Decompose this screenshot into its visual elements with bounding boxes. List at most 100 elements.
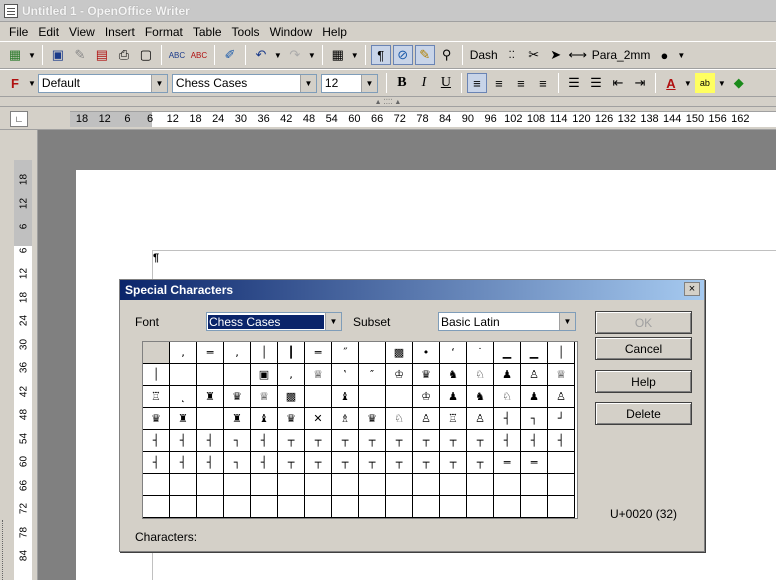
character-cell[interactable] (494, 496, 521, 518)
zoom-icon[interactable]: ⚲ (437, 45, 457, 65)
character-cell[interactable]: • (413, 342, 440, 364)
character-cell[interactable] (548, 474, 575, 496)
character-cell[interactable]: ═ (197, 342, 224, 364)
character-cell[interactable]: ♛ (413, 364, 440, 386)
character-cell[interactable] (548, 452, 575, 474)
menu-window[interactable]: Window (265, 25, 318, 39)
character-cell[interactable]: ♙ (413, 408, 440, 430)
delete-button[interactable]: Delete (595, 402, 692, 425)
character-cell[interactable]: ♖ (143, 386, 170, 408)
menu-format[interactable]: Format (140, 25, 188, 39)
menu-insert[interactable]: Insert (100, 25, 140, 39)
edit-file-icon[interactable]: ✎ (70, 45, 90, 65)
menu-view[interactable]: View (64, 25, 100, 39)
character-cell[interactable]: ˝ (332, 342, 359, 364)
align-right-icon[interactable]: ≡ (511, 73, 531, 93)
font-size-combo[interactable]: 12 ▼ (320, 73, 378, 93)
menu-tools[interactable]: Tools (227, 25, 265, 39)
character-cell[interactable]: ‚ (170, 342, 197, 364)
character-cell[interactable]: ┤ (143, 430, 170, 452)
character-cell[interactable]: ♟ (494, 364, 521, 386)
character-cell[interactable] (359, 386, 386, 408)
chevron-down-icon[interactable]: ▼ (351, 51, 359, 60)
character-cell[interactable]: ┤ (251, 452, 278, 474)
chevron-down-icon[interactable]: ▼ (559, 313, 575, 330)
character-cell[interactable]: ▩ (386, 342, 413, 364)
character-cell[interactable]: ┤ (197, 452, 224, 474)
character-cell[interactable]: ┬ (278, 452, 305, 474)
highlighting-icon[interactable]: ab (694, 73, 715, 93)
spellcheck-icon[interactable]: ABC (167, 45, 187, 65)
character-cell[interactable]: ♕ (251, 386, 278, 408)
character-cell[interactable] (305, 496, 332, 518)
character-cell[interactable]: ┬ (278, 430, 305, 452)
chevron-down-icon[interactable]: ▼ (299, 74, 316, 92)
character-cell[interactable] (440, 496, 467, 518)
character-cell[interactable]: ┬ (440, 430, 467, 452)
character-cell[interactable]: │ (548, 342, 575, 364)
character-grid[interactable]: ‚ ═ ‚ │ ┃ ═ ˝ ▩ • ‘˙ ▁ ▁ │ │ ▣ ‚ ♕ ‛ ″ ♔ ♛ ♞ ♘ ♟ ♙ ♕ ♖ ˛ ♜ ♛ ♕ ▩ ♝ ♔ ♟ ♞ ♘ ♟ ♙… (143, 342, 577, 518)
character-cell[interactable]: ♔ (413, 386, 440, 408)
character-cell[interactable] (251, 474, 278, 496)
character-cell[interactable]: ┤ (197, 430, 224, 452)
chevron-down-icon[interactable]: ▼ (684, 79, 692, 88)
character-cell[interactable] (224, 474, 251, 496)
character-cell[interactable]: ┤ (521, 430, 548, 452)
character-cell[interactable] (278, 496, 305, 518)
autospellcheck-icon[interactable]: ABC (189, 45, 209, 65)
character-cell[interactable]: ┃ (278, 342, 305, 364)
character-cell[interactable]: ˙ (467, 342, 494, 364)
page-preview-icon[interactable]: ▢ (136, 45, 156, 65)
chevron-down-icon[interactable]: ▼ (360, 74, 377, 92)
character-cell[interactable] (440, 474, 467, 496)
character-cell[interactable]: ┤ (143, 452, 170, 474)
character-cell[interactable]: ┬ (359, 430, 386, 452)
menu-edit[interactable]: Edit (33, 25, 64, 39)
character-cell[interactable]: ┬ (305, 452, 332, 474)
chevron-down-icon[interactable]: ▼ (150, 74, 167, 92)
horizontal-ruler[interactable]: ∟ 18 12 6 6 12 18 24 30 36 42 48 54 60 66 72 78 84 90 96 10… (0, 108, 776, 130)
undo-icon[interactable]: ↶ (251, 45, 271, 65)
character-cell[interactable]: ♘ (494, 386, 521, 408)
character-cell[interactable]: ♔ (386, 364, 413, 386)
character-cell[interactable]: ┤ (251, 430, 278, 452)
character-cell[interactable]: ♘ (467, 364, 494, 386)
paragraph-style-combo[interactable]: Default ▼ (37, 73, 168, 93)
character-cell[interactable] (548, 496, 575, 518)
character-cell[interactable]: ┬ (332, 430, 359, 452)
character-cell[interactable] (305, 386, 332, 408)
save-icon[interactable]: ▣ (48, 45, 68, 65)
chevron-down-icon[interactable]: ▼ (28, 51, 36, 60)
character-cell[interactable] (359, 496, 386, 518)
decrease-indent-icon[interactable]: ⇤ (608, 73, 628, 93)
character-cell[interactable]: ♕ (305, 364, 332, 386)
close-icon[interactable]: × (684, 282, 700, 296)
character-cell[interactable]: ┤ (548, 430, 575, 452)
character-cell[interactable] (197, 408, 224, 430)
character-cell[interactable]: │ (143, 364, 170, 386)
character-cell[interactable]: ┐ (224, 430, 251, 452)
underline-icon[interactable]: U (436, 73, 456, 93)
character-cell[interactable]: ▩ (278, 386, 305, 408)
draw-functions-icon[interactable]: ✎ (414, 45, 435, 65)
character-cell[interactable]: ┐ (521, 408, 548, 430)
character-cell[interactable] (521, 474, 548, 496)
character-cell[interactable] (386, 386, 413, 408)
toolbar-handle[interactable]: ▲ ⁚⁚⁚⁚ ▲ (0, 97, 776, 107)
character-cell[interactable] (386, 474, 413, 496)
align-justify-icon[interactable]: ≡ (533, 73, 553, 93)
redo-icon[interactable]: ↷ (285, 45, 305, 65)
font-name-combo[interactable]: Chess Cases ▼ (171, 73, 317, 93)
paragraph-style-label[interactable]: Para_2mm (589, 48, 654, 62)
character-cell[interactable]: ═ (521, 452, 548, 474)
menu-table[interactable]: Table (188, 25, 227, 39)
print-icon[interactable]: ⎙ (114, 45, 134, 65)
character-cell[interactable]: ♗ (332, 408, 359, 430)
character-cell[interactable]: ▁ (521, 342, 548, 364)
chevron-down-icon[interactable]: ▼ (325, 313, 341, 330)
character-cell[interactable] (143, 496, 170, 518)
character-cell[interactable]: ♙ (548, 386, 575, 408)
menu-help[interactable]: Help (317, 25, 352, 39)
character-cell[interactable]: ┤ (170, 452, 197, 474)
character-cell[interactable]: ┬ (467, 430, 494, 452)
